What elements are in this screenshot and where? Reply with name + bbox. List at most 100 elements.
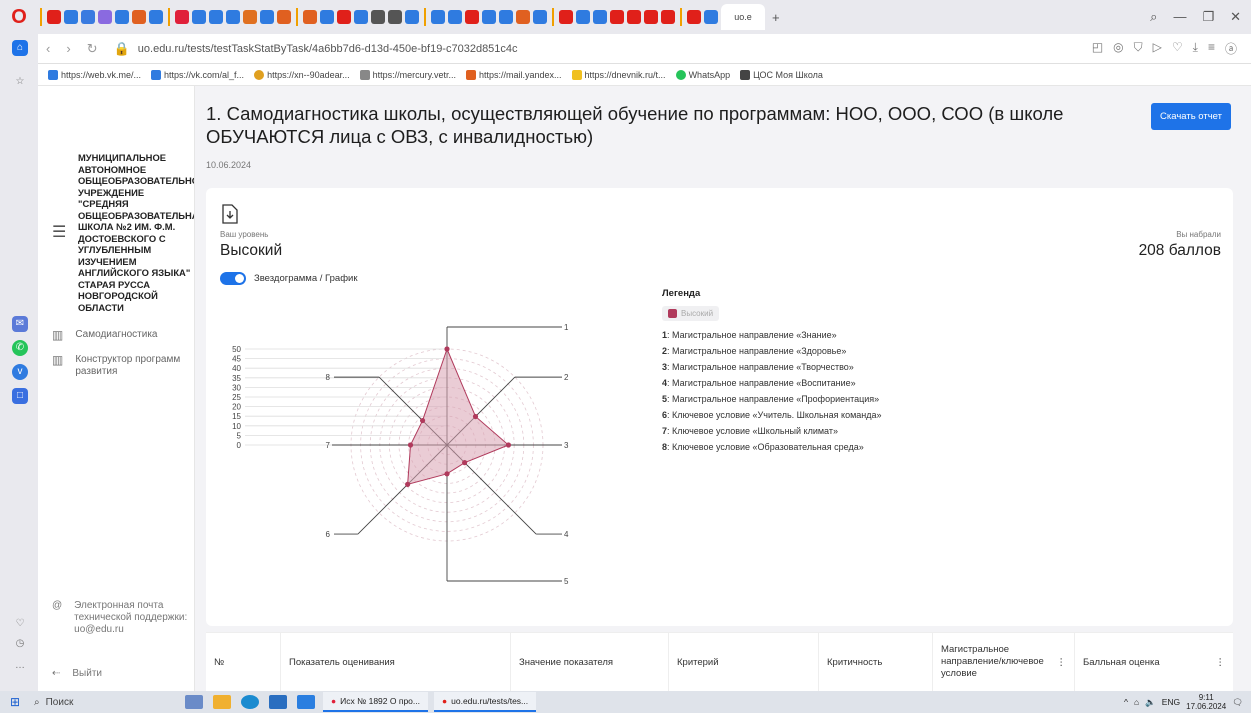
browser-tab[interactable]: [661, 10, 675, 24]
col-direction[interactable]: Магистральное направление/ключевое услов…: [933, 633, 1075, 691]
clock[interactable]: 9:11 17.06.2024: [1186, 693, 1226, 711]
edge-icon[interactable]: [241, 695, 259, 709]
notification-icon[interactable]: 🗨: [1232, 697, 1243, 708]
file-explorer-icon[interactable]: [213, 695, 231, 709]
download-report-button[interactable]: Скачать отчет: [1151, 103, 1231, 130]
bookmark-item[interactable]: https://xn--90adear...: [254, 69, 350, 80]
browser-tab[interactable]: [209, 10, 223, 24]
legend-series[interactable]: Высокий: [662, 306, 720, 321]
heart-icon[interactable]: ♡: [12, 616, 28, 632]
browser-tab[interactable]: [64, 10, 78, 24]
column-menu-icon[interactable]: ⋮: [1216, 657, 1226, 668]
toggle-switch[interactable]: [220, 272, 246, 285]
browser-tab[interactable]: [559, 10, 573, 24]
browser-tab[interactable]: [687, 10, 701, 24]
column-menu-icon[interactable]: ⋮: [1057, 657, 1067, 668]
browser-tab[interactable]: [593, 10, 607, 24]
col-indicator[interactable]: Показатель оценивания: [281, 633, 511, 691]
col-number[interactable]: №: [206, 633, 281, 691]
new-tab-icon[interactable]: +: [772, 10, 780, 25]
store-icon[interactable]: [269, 695, 287, 709]
star-icon[interactable]: ☆: [12, 74, 28, 90]
bookmark-item[interactable]: https://vk.com/al_f...: [151, 69, 244, 80]
camera-icon[interactable]: ◎: [1113, 40, 1123, 57]
chart-mode-toggle[interactable]: Звездограмма / График: [220, 272, 357, 285]
browser-tab[interactable]: [132, 10, 146, 24]
browser-tab[interactable]: [47, 10, 61, 24]
browser-tab[interactable]: [371, 10, 385, 24]
browser-tab[interactable]: [704, 10, 718, 24]
reload-icon[interactable]: ↻: [79, 41, 106, 57]
browser-tab[interactable]: [192, 10, 206, 24]
browser-tab[interactable]: [405, 10, 419, 24]
sidebar-item-self-diagnostics[interactable]: ▥ Самодиагностика: [52, 329, 158, 341]
browser-tab[interactable]: [260, 10, 274, 24]
browser-tab[interactable]: [448, 10, 462, 24]
browser-tab[interactable]: [388, 10, 402, 24]
browser-tab[interactable]: [320, 10, 334, 24]
browser-tab[interactable]: [303, 10, 317, 24]
browser-tab[interactable]: [465, 10, 479, 24]
vk-icon[interactable]: v: [12, 364, 28, 380]
col-value[interactable]: Значение показателя: [511, 633, 669, 691]
taskbar-app-icon[interactable]: [185, 695, 203, 709]
more-icon[interactable]: …: [12, 658, 28, 674]
lang-indicator[interactable]: ENG: [1162, 697, 1180, 707]
taskbar-task-vk[interactable]: ● Исх № 1892 О про...: [323, 692, 428, 712]
restore-icon[interactable]: ❐: [1202, 9, 1214, 25]
col-criterion[interactable]: Критерий: [669, 633, 819, 691]
taskbar-search[interactable]: ⌕ Поиск: [30, 697, 180, 708]
menu-icon[interactable]: ≡: [1208, 40, 1215, 57]
document-download-icon[interactable]: [221, 204, 239, 224]
screenshot-icon[interactable]: ◰: [1092, 40, 1103, 57]
forward-icon[interactable]: ›: [58, 41, 78, 56]
browser-tab[interactable]: [627, 10, 641, 24]
sidebar-item-constructor[interactable]: ▥ Конструктор программ развития: [52, 354, 182, 378]
favorite-icon[interactable]: ♡: [1172, 40, 1183, 57]
history-icon[interactable]: ◷: [12, 636, 28, 652]
download-icon[interactable]: ⤓: [1193, 40, 1198, 57]
app-icon[interactable]: □: [12, 388, 28, 404]
browser-tab[interactable]: [533, 10, 547, 24]
bookmark-item[interactable]: https://web.vk.me/...: [48, 69, 141, 80]
browser-tab[interactable]: [243, 10, 257, 24]
browser-tab[interactable]: [81, 10, 95, 24]
browser-tab[interactable]: [482, 10, 496, 24]
bookmark-item[interactable]: https://mail.yandex...: [465, 69, 562, 80]
hamburger-icon[interactable]: ☰: [52, 222, 66, 242]
browser-tab[interactable]: [98, 10, 112, 24]
support-email[interactable]: @ Электронная почта технической поддержк…: [52, 600, 192, 636]
windows-start-icon[interactable]: ⊞: [0, 695, 30, 709]
home-icon[interactable]: ⌂: [12, 40, 28, 56]
browser-tab[interactable]: [226, 10, 240, 24]
opera-logo-icon[interactable]: O: [0, 6, 38, 29]
shield-icon[interactable]: ⛉: [1134, 40, 1143, 57]
network-icon[interactable]: ⌂: [1134, 697, 1139, 707]
browser-tab[interactable]: [516, 10, 530, 24]
browser-tab[interactable]: [644, 10, 658, 24]
profile-icon[interactable]: ⓐ: [1225, 40, 1237, 57]
url-field[interactable]: uo.edu.ru/tests/testTaskStatByTask/4a6bb…: [138, 43, 1092, 55]
mail-icon[interactable]: [297, 695, 315, 709]
browser-tab-active[interactable]: uo.e: [721, 4, 765, 30]
bookmark-item[interactable]: https://dnevnik.ru/t...: [571, 69, 666, 80]
taskbar-task-browser[interactable]: ● uo.edu.ru/tests/tes...: [433, 692, 537, 712]
minimize-icon[interactable]: —: [1173, 9, 1186, 25]
close-icon[interactable]: ✕: [1230, 9, 1241, 25]
search-tabs-icon[interactable]: ⌕: [1150, 9, 1157, 25]
bookmark-item[interactable]: ЦОС Моя Школа: [740, 69, 823, 80]
browser-tab[interactable]: [337, 10, 351, 24]
browser-tab[interactable]: [354, 10, 368, 24]
browser-tab[interactable]: [610, 10, 624, 24]
bookmark-item[interactable]: https://mercury.vetr...: [359, 69, 456, 80]
browser-tab[interactable]: [277, 10, 291, 24]
bookmark-item[interactable]: WhatsApp: [675, 69, 730, 80]
browser-tab[interactable]: [115, 10, 129, 24]
back-icon[interactable]: ‹: [38, 41, 58, 56]
browser-tab[interactable]: [431, 10, 445, 24]
col-criticality[interactable]: Критичность: [819, 633, 933, 691]
col-score[interactable]: Балльная оценка ⋮: [1075, 633, 1233, 691]
messenger-icon[interactable]: ✉: [12, 316, 28, 332]
tray-chevron-icon[interactable]: ^: [1124, 697, 1128, 707]
browser-tab[interactable]: [175, 10, 189, 24]
